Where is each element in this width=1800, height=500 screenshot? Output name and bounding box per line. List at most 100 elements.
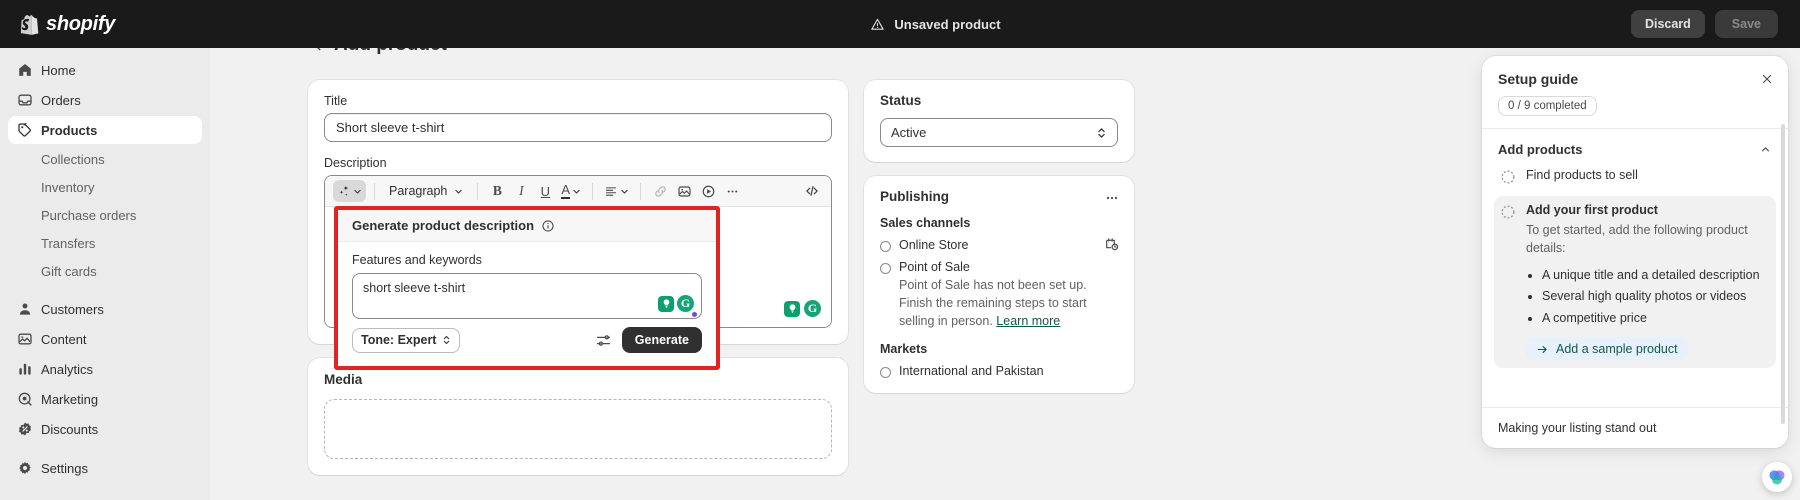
align-button[interactable] [601,180,632,202]
setup-guide-footer-item[interactable]: Making your listing stand out [1482,407,1788,448]
sidebar-item-discounts[interactable]: Discounts [8,415,202,443]
setup-guide-header: Setup guide 0 / 9 completed [1482,56,1788,129]
description-label: Description [324,156,832,170]
close-x-icon[interactable] [1760,72,1774,86]
sidebar-subitem-collections[interactable]: Collections [8,146,202,173]
sidebar-item-label: Home [41,63,76,78]
more-horizontal-icon[interactable] [1104,190,1120,206]
setup-guide-scrollbar[interactable] [1781,124,1785,424]
html-code-button[interactable] [801,180,823,202]
grammarly-badge-editor[interactable]: G [782,298,823,319]
discount-tag-icon [16,421,33,438]
sidebar-item-home[interactable]: Home [8,56,202,84]
bullet: A unique title and a detailed descriptio… [1542,265,1770,287]
generate-description-panel: Generate product description Features an… [334,206,720,370]
setup-section-header[interactable]: Add products [1494,142,1776,157]
sidebar-subitem-purchase-orders[interactable]: Purchase orders [8,202,202,229]
editor-toolbar: Paragraph B I U A [325,176,831,207]
sidebar-divider-gap [8,286,202,295]
ai-sparkle-button[interactable] [333,180,366,202]
sidebar-item-orders[interactable]: Orders [8,86,202,114]
add-sample-product-button[interactable]: Add a sample product [1526,337,1688,361]
channel-row-point-of-sale[interactable]: Point of Sale [880,260,1118,274]
sidebar-item-settings[interactable]: Settings [8,454,202,482]
ai-sparkle-icon [337,184,351,198]
generate-panel-title: Generate product description [352,218,534,233]
setup-section-title: Add products [1498,142,1583,157]
unsaved-label: Unsaved product [894,17,1000,32]
channel-name: Online Store [899,238,968,252]
sliders-icon[interactable] [595,332,612,349]
spacer [324,142,832,156]
more-options-button[interactable] [721,180,743,202]
block-format-dropdown[interactable]: Paragraph [383,180,469,202]
save-button[interactable]: Save [1715,10,1778,38]
sidebar-item-marketing[interactable]: Marketing [8,385,202,413]
chevron-down-icon [353,187,362,196]
chevron-down-icon [454,187,463,196]
link-button[interactable] [649,180,671,202]
setup-guide-title: Setup guide [1498,71,1772,87]
toolbar-separator [592,183,593,200]
insert-video-button[interactable] [697,180,719,202]
text-color-button[interactable]: A [558,180,584,202]
sidebar-item-label: Orders [41,93,81,108]
shopify-logo[interactable]: shopify [0,13,240,36]
sidebar-item-products[interactable]: Products [8,116,202,144]
sidebar-subitem-transfers[interactable]: Transfers [8,230,202,257]
grammarly-status-dot [692,312,697,317]
warning-triangle-icon [870,17,885,32]
help-button[interactable] [1762,462,1792,492]
sidebar-divider-gap-2 [8,445,202,454]
text-color-label: A [561,183,570,199]
generate-panel-body: Features and keywords short sleeve t-shi… [338,242,716,319]
bullet: A competitive price [1542,308,1770,330]
grammarly-badge-ai[interactable]: G [658,295,694,312]
status-value: Active [891,125,926,140]
italic-button[interactable]: I [510,180,532,202]
toolbar-separator [374,183,375,200]
market-name: International and Pakistan [899,364,1044,378]
sidebar-item-content[interactable]: Content [8,325,202,353]
calendar-clock-icon[interactable] [1104,236,1120,252]
sidebar-item-customers[interactable]: Customers [8,295,202,323]
media-dropzone[interactable] [324,399,832,459]
setup-item-add-first-product[interactable]: Add your first product To get started, a… [1494,196,1776,368]
setup-footer-label: Making your listing stand out [1498,421,1656,435]
tone-label: Tone: Expert [361,333,436,347]
gear-icon [16,460,33,477]
sidebar-item-analytics[interactable]: Analytics [8,355,202,383]
toolbar-separator [477,183,478,200]
setup-item-bullets: A unique title and a detailed descriptio… [1542,265,1770,330]
sidebar-item-label: Marketing [41,392,98,407]
content-image-icon [16,331,33,348]
setup-item-content: Add your first product To get started, a… [1526,203,1770,361]
underline-button[interactable]: U [534,180,556,202]
market-row-international[interactable]: International and Pakistan [880,364,1118,378]
title-input[interactable] [324,113,832,142]
info-circle-icon[interactable] [541,219,555,233]
status-select[interactable]: Active [880,118,1118,147]
topbar-actions: Discard Save [1631,10,1800,38]
setup-item-description: To get started, add the following produc… [1526,222,1770,258]
features-keywords-input[interactable]: short sleeve t-shirt G [352,273,702,319]
media-card: Media [308,358,848,475]
toolbar-separator [640,183,641,200]
insert-image-button[interactable] [673,180,695,202]
sidebar-subitem-inventory[interactable]: Inventory [8,174,202,201]
channel-row-online-store[interactable]: Online Store [880,238,1118,252]
discard-button[interactable]: Discard [1631,10,1705,38]
bar-chart-icon [16,361,33,378]
bold-button[interactable]: B [486,180,508,202]
channel-note: Point of Sale has not been set up. Finis… [880,277,1118,330]
generate-button[interactable]: Generate [622,327,702,353]
learn-more-link[interactable]: Learn more [996,313,1060,331]
generate-panel-footer: Tone: Expert Generate [338,319,716,353]
chevron-up-down-icon [442,334,451,346]
chevron-up-icon[interactable] [1759,143,1772,156]
brand-name: shopify [46,13,115,36]
orders-inbox-icon [16,92,33,109]
setup-item-find-products[interactable]: Find products to sell [1494,161,1776,192]
tone-dropdown[interactable]: Tone: Expert [352,328,460,353]
sidebar-subitem-gift-cards[interactable]: Gift cards [8,258,202,285]
